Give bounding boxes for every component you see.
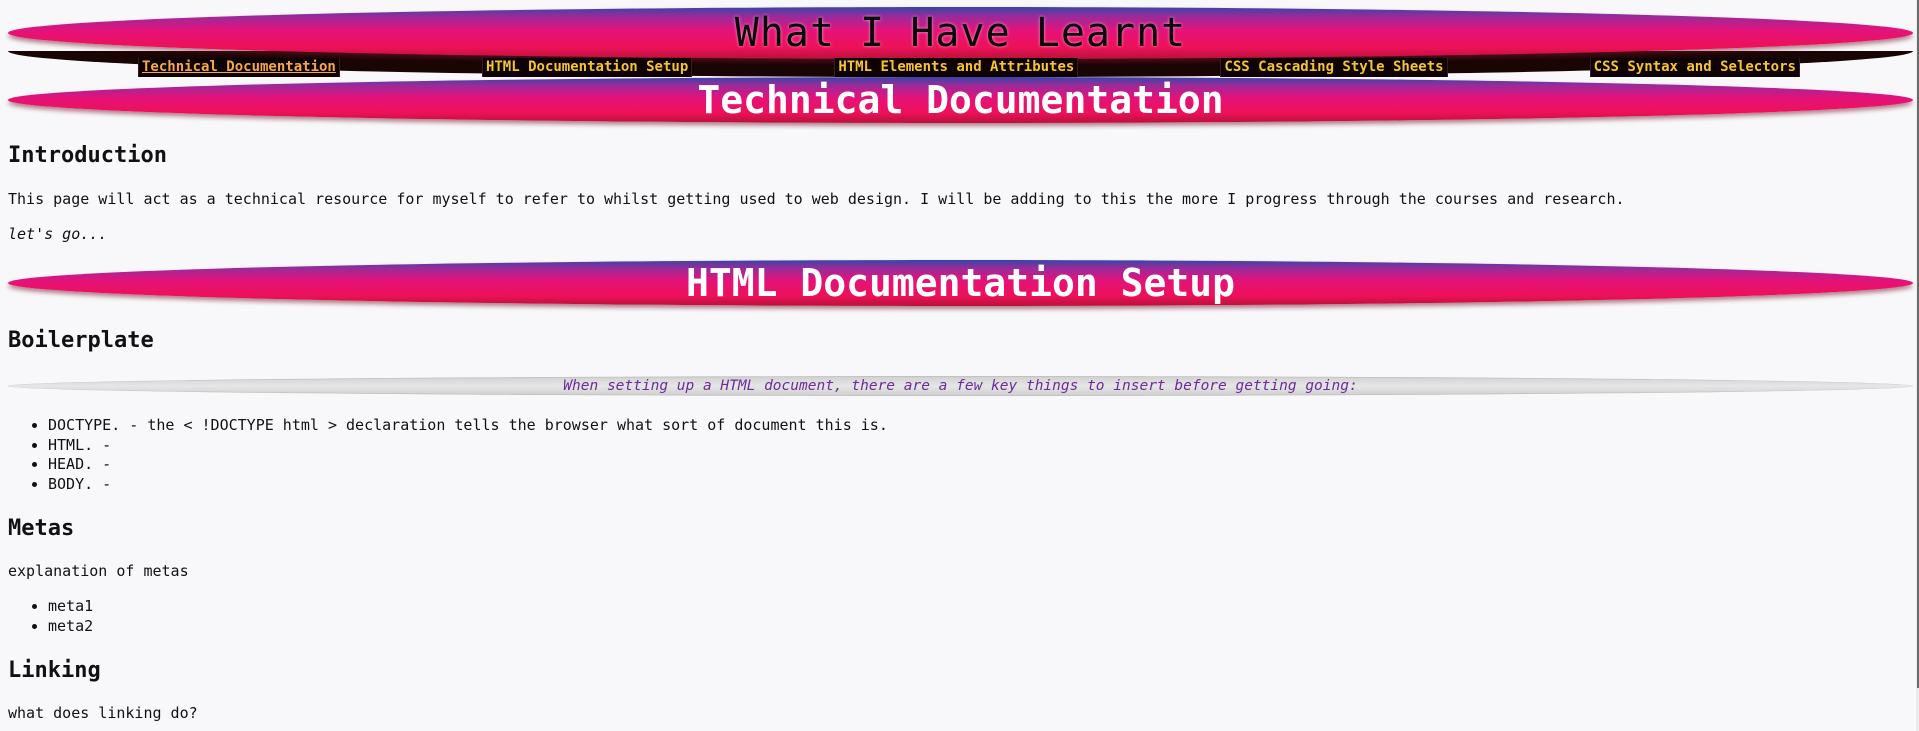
page: What I Have Learnt Technical Documentati… <box>0 0 1916 731</box>
metas-list: meta1 meta2 <box>8 597 93 636</box>
main-nav: Technical Documentation HTML Documentati… <box>138 58 1800 77</box>
boilerplate-heading: Boilerplate <box>8 328 154 353</box>
list-item: meta1 <box>48 597 93 617</box>
site-header: What I Have Learnt Technical Documentati… <box>8 4 1913 77</box>
list-item: meta2 <box>48 617 93 637</box>
list-item: BODY. - <box>48 475 888 495</box>
list-item: HEAD. - <box>48 455 888 475</box>
introduction-text: This page will act as a technical resour… <box>8 190 1625 208</box>
nav-link-html-documentation-setup[interactable]: HTML Documentation Setup <box>481 58 693 77</box>
list-item: HTML. - <box>48 436 888 456</box>
boilerplate-callout: When setting up a HTML document, there a… <box>8 376 1913 396</box>
section-title-technical-documentation: Technical Documentation <box>8 77 1913 123</box>
boilerplate-list: DOCTYPE. - the < !DOCTYPE html > declara… <box>8 416 888 494</box>
linking-heading: Linking <box>8 658 101 683</box>
introduction-note: let's go... <box>8 225 108 243</box>
metas-text: explanation of metas <box>8 562 189 580</box>
site-title: What I Have Learnt <box>8 7 1913 59</box>
nav-link-css-syntax-selectors[interactable]: CSS Syntax and Selectors <box>1589 58 1800 77</box>
nav-link-technical-documentation[interactable]: Technical Documentation <box>138 58 340 77</box>
introduction-heading: Introduction <box>8 143 167 168</box>
section-title-html-documentation-setup: HTML Documentation Setup <box>8 260 1913 306</box>
list-item: DOCTYPE. - the < !DOCTYPE html > declara… <box>48 416 888 436</box>
linking-text: what does linking do? <box>8 704 198 722</box>
nav-link-html-elements-attributes[interactable]: HTML Elements and Attributes <box>834 58 1079 77</box>
nav-link-css-cascading-style-sheets[interactable]: CSS Cascading Style Sheets <box>1220 58 1448 77</box>
metas-heading: Metas <box>8 516 75 541</box>
